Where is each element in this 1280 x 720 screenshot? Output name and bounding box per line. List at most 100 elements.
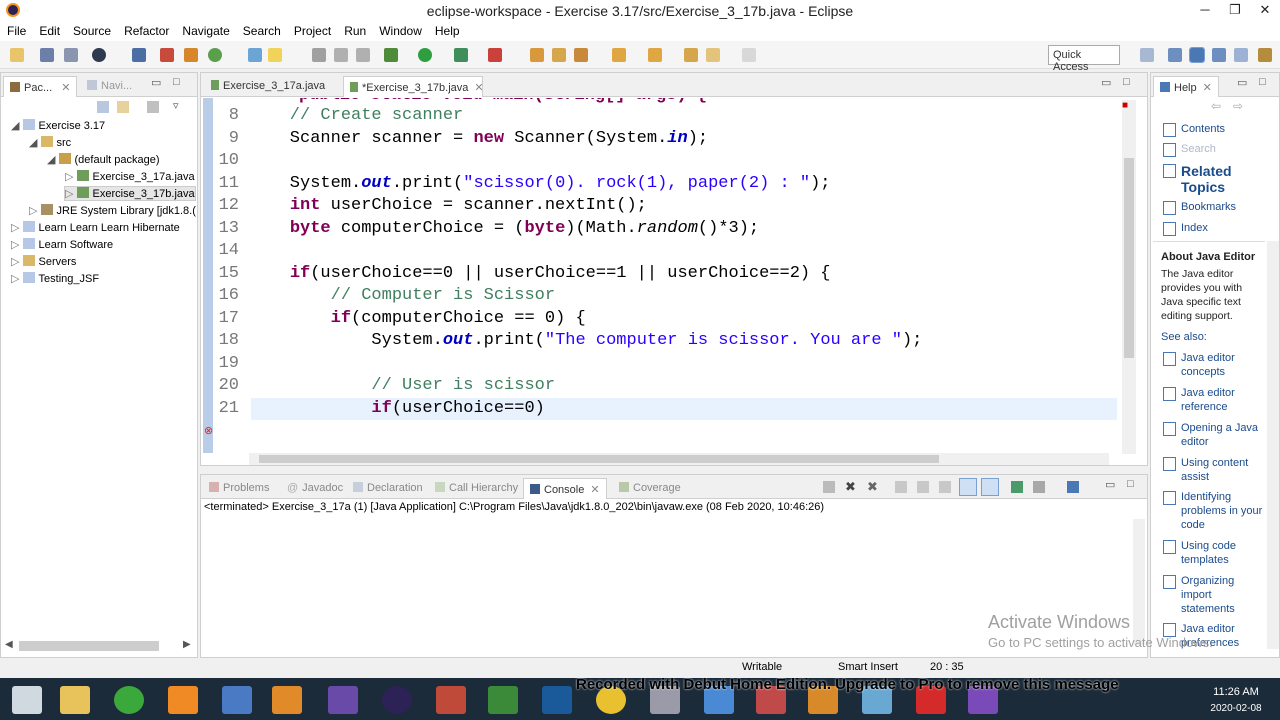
- editor-horizontal-scrollbar[interactable]: [249, 453, 1109, 465]
- block-select-icon[interactable]: [334, 48, 348, 62]
- filter-icon[interactable]: [147, 101, 159, 113]
- minimize-panel-icon[interactable]: ▭: [151, 76, 161, 89]
- external-tools-icon[interactable]: [488, 48, 502, 62]
- git-perspective-icon[interactable]: [1258, 48, 1272, 62]
- restore-button[interactable]: ❐: [1220, 0, 1250, 21]
- tree-item-src[interactable]: ◢ src: [29, 136, 71, 149]
- maximize-panel-icon[interactable]: □: [1123, 76, 1130, 88]
- tab-declaration[interactable]: Declaration: [347, 478, 429, 499]
- jee-perspective-icon[interactable]: [1234, 48, 1248, 62]
- open-console-icon[interactable]: [1067, 481, 1079, 493]
- next-annotation-icon[interactable]: [612, 48, 626, 62]
- collapse-all-icon[interactable]: [97, 101, 109, 113]
- build-icon[interactable]: [184, 48, 198, 62]
- help-scrollbar[interactable]: [1267, 241, 1279, 649]
- remove-all-icon[interactable]: ✖: [867, 479, 878, 495]
- show-whitespace-icon[interactable]: [312, 48, 326, 62]
- tab-javadoc[interactable]: @ Javadoc: [281, 478, 349, 499]
- help-related-topics-link[interactable]: Related Topics: [1163, 163, 1271, 195]
- menu-run[interactable]: Run: [337, 21, 372, 38]
- help-see-link[interactable]: Identifying problems in your code: [1163, 490, 1265, 532]
- view-menu-icon[interactable]: ▿: [173, 99, 179, 112]
- tab-coverage[interactable]: Coverage: [613, 478, 687, 499]
- tab-problems[interactable]: Problems: [203, 478, 275, 499]
- perspective-icon[interactable]: [1168, 48, 1182, 62]
- remove-launch-icon[interactable]: ✖: [845, 479, 856, 495]
- close-icon[interactable]: ✕: [590, 484, 599, 496]
- scrollbar-thumb[interactable]: [1124, 158, 1134, 358]
- save-all-icon[interactable]: [64, 48, 78, 62]
- word-wrap-icon[interactable]: [939, 481, 951, 493]
- forward-icon[interactable]: ⇨: [1233, 99, 1243, 113]
- last-edit-icon[interactable]: [684, 48, 698, 62]
- run-icon[interactable]: [418, 48, 432, 62]
- menu-source[interactable]: Source: [66, 21, 117, 38]
- back-icon[interactable]: [706, 48, 720, 62]
- prev-annotation-icon[interactable]: [648, 48, 662, 62]
- run-config-icon[interactable]: [92, 48, 106, 62]
- maximize-panel-icon[interactable]: □: [1127, 478, 1134, 490]
- close-button[interactable]: ✕: [1250, 0, 1280, 21]
- close-icon[interactable]: ✕: [61, 82, 70, 94]
- quick-access-input[interactable]: Quick Access: [1048, 45, 1120, 73]
- tree-item-hibernate[interactable]: ▷ Learn Learn Learn Hibernate: [11, 221, 180, 234]
- pin-console-icon[interactable]: [1011, 481, 1023, 493]
- help-bookmarks-link[interactable]: Bookmarks: [1162, 200, 1236, 215]
- app-icon[interactable]: [222, 686, 252, 714]
- tree-item-default-package[interactable]: ◢ (default package): [47, 153, 160, 166]
- open-perspective-icon[interactable]: [1140, 48, 1154, 62]
- paragraph-icon[interactable]: [356, 48, 370, 62]
- tab-package-explorer[interactable]: Pac... ✕: [3, 76, 77, 97]
- show-stderr-icon[interactable]: [981, 478, 999, 496]
- tree-item-exercise-3-17a[interactable]: ▷ Exercise_3_17a.java: [65, 170, 195, 183]
- help-contents-link[interactable]: Contents: [1162, 122, 1225, 137]
- app-icon[interactable]: [114, 686, 144, 714]
- menu-help[interactable]: Help: [428, 21, 466, 38]
- eclipse-taskbar-icon[interactable]: [382, 686, 412, 714]
- tree-item-learn-software[interactable]: ▷ Learn Software: [11, 238, 113, 251]
- close-icon[interactable]: ✕: [1203, 82, 1212, 94]
- minimize-panel-icon[interactable]: ▭: [1237, 76, 1247, 89]
- scroll-lock-icon[interactable]: [917, 481, 929, 493]
- menu-refactor[interactable]: Refactor: [117, 21, 175, 38]
- coverage-icon[interactable]: [454, 48, 468, 62]
- vertical-scrollbar[interactable]: ■: [1122, 100, 1136, 454]
- help-see-link[interactable]: Opening a Java editor: [1163, 421, 1265, 449]
- app-icon[interactable]: [436, 686, 466, 714]
- tab-console[interactable]: Console ✕: [523, 478, 607, 499]
- visual-studio-icon[interactable]: [328, 686, 358, 714]
- help-see-link[interactable]: Using content assist: [1163, 456, 1265, 484]
- display-console-icon[interactable]: [1033, 481, 1045, 493]
- show-stdout-icon[interactable]: [959, 478, 977, 496]
- help-see-link[interactable]: Java editor concepts: [1163, 351, 1265, 379]
- debug-icon[interactable]: [208, 48, 222, 62]
- start-icon[interactable]: [12, 686, 42, 714]
- debug-run-icon[interactable]: [384, 48, 398, 62]
- minimize-panel-icon[interactable]: ▭: [1105, 478, 1115, 491]
- link-editor-icon[interactable]: [117, 101, 129, 113]
- scroll-left-icon[interactable]: ◀: [5, 639, 13, 650]
- back-icon[interactable]: ⇦: [1211, 99, 1221, 113]
- help-see-link[interactable]: Using code templates: [1163, 539, 1265, 567]
- error-marker-icon[interactable]: ⊗: [204, 424, 213, 437]
- forward-icon[interactable]: [742, 48, 756, 62]
- highlight-icon[interactable]: [268, 48, 282, 62]
- tree-item-testing-jsf[interactable]: ▷ Testing_JSF: [11, 272, 99, 285]
- menu-file[interactable]: File: [0, 21, 32, 38]
- help-search-link[interactable]: Search: [1163, 142, 1216, 157]
- help-see-link[interactable]: Java editor reference: [1163, 386, 1265, 414]
- help-see-link[interactable]: Organizing import statements: [1163, 574, 1265, 616]
- clear-console-icon[interactable]: [895, 481, 907, 493]
- java-perspective-icon[interactable]: [1189, 47, 1205, 63]
- app-icon[interactable]: [542, 686, 572, 714]
- tree-item-exercise-3-17[interactable]: ◢ Exercise 3.17: [11, 119, 105, 132]
- menu-edit[interactable]: Edit: [32, 21, 66, 38]
- search-tool-icon[interactable]: [574, 48, 588, 62]
- open-task-icon[interactable]: [552, 48, 566, 62]
- skip-breakpoints-icon[interactable]: [160, 48, 174, 62]
- help-index-link[interactable]: Index: [1163, 221, 1208, 236]
- clock-time[interactable]: 11:26 AM: [1206, 686, 1266, 698]
- tree-item-exercise-3-17b[interactable]: ▷ Exercise_3_17b.java: [64, 186, 196, 201]
- menu-search[interactable]: Search: [236, 21, 287, 38]
- horizontal-scrollbar[interactable]: [19, 641, 159, 651]
